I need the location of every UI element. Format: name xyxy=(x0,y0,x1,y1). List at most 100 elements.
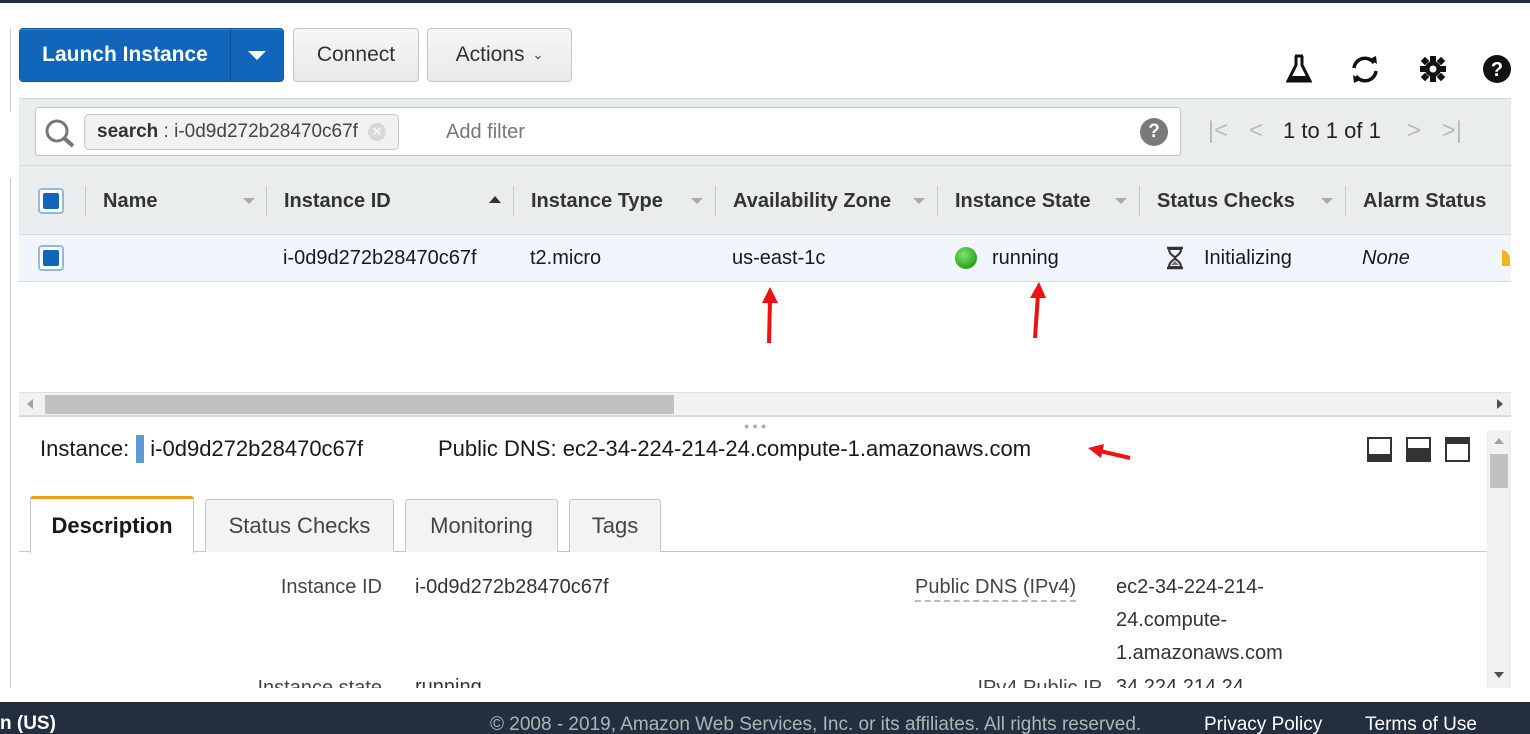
launch-instance-button[interactable]: Launch Instance xyxy=(20,29,231,81)
filter-token-separator: : xyxy=(158,121,175,142)
chevron-down-icon: ⌄ xyxy=(532,47,544,62)
svg-text:?: ? xyxy=(1491,59,1503,81)
cell-status-checks: Initializing xyxy=(1164,235,1292,281)
pane-minimize-icon[interactable] xyxy=(1367,437,1392,462)
table-header: Name Instance ID Instance Type Availabil… xyxy=(19,165,1511,235)
refresh-icon[interactable] xyxy=(1347,52,1383,86)
row-checkbox[interactable] xyxy=(38,245,64,271)
field-label-instance-id: Instance ID xyxy=(280,576,382,598)
remove-filter-icon[interactable]: ✕ xyxy=(367,123,386,141)
pagination-text: 1 to 1 of 1 xyxy=(1283,118,1381,143)
detail-public-dns: Public DNS: ec2-34-224-214-24.compute-1.… xyxy=(438,434,1031,464)
resize-grip-icon[interactable]: ●●● xyxy=(744,421,769,431)
cell-instance-type: t2.micro xyxy=(530,246,602,269)
public-dns-value: ec2-34-224-214-24.compute-1.amazonaws.co… xyxy=(562,436,1032,461)
terms-of-use-link[interactable]: Terms of Use xyxy=(1365,714,1477,734)
prev-page-icon[interactable]: < xyxy=(1237,117,1275,145)
pane-maximize-icon[interactable] xyxy=(1445,437,1470,462)
pane-divider[interactable] xyxy=(19,415,1511,417)
alarm-bell-icon[interactable] xyxy=(1499,235,1513,281)
instance-color-bar xyxy=(136,435,145,463)
field-value-ipv4-public-ip: 34.224.214.24 xyxy=(1116,676,1244,688)
region-selector[interactable]: n (US) xyxy=(0,713,56,734)
search-box[interactable]: search : i-0d9d272b28470c67f ✕ ? xyxy=(35,107,1181,156)
column-header-status-checks[interactable]: Status Checks xyxy=(1139,166,1345,236)
tab-description[interactable]: Description xyxy=(30,496,194,553)
description-panel: Instance ID i-0d9d272b28470c67f Public D… xyxy=(19,560,1487,688)
detail-tabs: Description Status Checks Monitoring Tag… xyxy=(19,496,1487,553)
column-header-instance-id[interactable]: Instance ID xyxy=(266,166,514,236)
scroll-down-icon[interactable] xyxy=(1494,672,1504,678)
tab-tags[interactable]: Tags xyxy=(569,499,661,552)
tab-status-checks[interactable]: Status Checks xyxy=(205,499,394,552)
copyright-text: © 2008 - 2019, Amazon Web Services, Inc.… xyxy=(490,714,1142,734)
field-value-instance-id: i-0d9d272b28470c67f xyxy=(415,576,609,598)
annotation-arrow-icon xyxy=(1030,282,1046,339)
column-header-availability-zone[interactable]: Availability Zone xyxy=(715,166,938,236)
filter-token-key: search xyxy=(97,121,159,142)
status-checks-text: Initializing xyxy=(1204,246,1292,269)
footer: n (US) © 2008 - 2019, Amazon Web Service… xyxy=(0,702,1530,734)
sort-dropdown-icon xyxy=(1115,198,1127,204)
cell-alarm-status: None xyxy=(1362,246,1410,269)
sort-ascending-icon xyxy=(489,196,501,203)
scroll-left-icon[interactable] xyxy=(27,399,33,409)
gear-icon[interactable] xyxy=(1416,52,1450,86)
field-value-instance-state: running xyxy=(415,676,482,688)
cell-availability-zone: us-east-1c xyxy=(732,246,826,269)
pane-half-icon[interactable] xyxy=(1406,437,1431,462)
actions-button[interactable]: Actions ⌄ xyxy=(427,28,572,82)
scroll-right-icon[interactable] xyxy=(1497,399,1503,409)
tab-monitoring[interactable]: Monitoring xyxy=(405,499,558,552)
field-value-public-dns-ipv4: ec2-34-224-214- 24.compute- 1.amazonaws.… xyxy=(1116,576,1283,664)
field-label-instance-state: Instance state xyxy=(257,677,382,688)
top-border xyxy=(0,0,1530,3)
detail-instance-heading: Instance: i-0d9d272b28470c67f xyxy=(40,434,363,464)
sort-dropdown-icon xyxy=(243,198,255,204)
running-status-icon xyxy=(955,247,977,269)
select-all-checkbox[interactable] xyxy=(38,188,64,214)
last-page-icon[interactable]: >| xyxy=(1433,117,1471,145)
launch-instance-button-group[interactable]: Launch Instance xyxy=(19,28,284,82)
hourglass-icon xyxy=(1167,246,1183,270)
launch-instance-dropdown[interactable] xyxy=(231,29,283,81)
horizontal-scrollbar[interactable] xyxy=(19,392,1511,415)
column-header-alarm-status[interactable]: Alarm Status xyxy=(1345,166,1511,236)
pane-size-controls xyxy=(1367,437,1470,462)
help-icon[interactable]: ? xyxy=(1480,52,1514,86)
privacy-policy-link[interactable]: Privacy Policy xyxy=(1204,714,1322,734)
field-label-public-dns-ipv4[interactable]: Public DNS (IPv4) xyxy=(915,576,1077,602)
scroll-up-icon[interactable] xyxy=(1494,438,1504,444)
filter-token[interactable]: search : i-0d9d272b28470c67f ✕ xyxy=(84,114,399,150)
first-page-icon[interactable]: |< xyxy=(1199,117,1237,145)
annotation-arrow-icon xyxy=(1088,444,1131,460)
caret-down-icon xyxy=(248,50,266,60)
cell-instance-id: i-0d9d272b28470c67f xyxy=(283,246,477,269)
column-header-name[interactable]: Name xyxy=(85,166,265,236)
column-header-instance-type[interactable]: Instance Type xyxy=(513,166,716,236)
sort-dropdown-icon xyxy=(913,198,925,204)
field-label-ipv4-public-ip: IPv4 Public IP xyxy=(977,677,1102,688)
instance-label: Instance: xyxy=(40,436,130,461)
column-header-instance-state[interactable]: Instance State xyxy=(937,166,1140,236)
scroll-thumb[interactable] xyxy=(45,395,674,414)
add-filter-input[interactable] xyxy=(446,117,1126,147)
filter-token-value: i-0d9d272b28470c67f xyxy=(174,121,358,142)
filter-bar: search : i-0d9d272b28470c67f ✕ ? |< < 1 … xyxy=(19,98,1511,165)
annotation-arrow-icon xyxy=(762,287,778,344)
sort-dropdown-icon xyxy=(691,198,703,204)
pagination: |< < 1 to 1 of 1 > >| xyxy=(1199,113,1471,149)
detail-instance-id: i-0d9d272b28470c67f xyxy=(150,436,364,461)
instance-state-text: running xyxy=(992,246,1059,269)
flask-icon[interactable] xyxy=(1282,52,1316,86)
table-row[interactable]: i-0d9d272b28470c67f t2.micro us-east-1c … xyxy=(19,235,1511,282)
connect-button[interactable]: Connect xyxy=(293,28,419,82)
scroll-thumb[interactable] xyxy=(1490,454,1508,488)
cell-instance-state: running xyxy=(955,235,1059,281)
actions-label: Actions xyxy=(455,43,525,66)
next-page-icon[interactable]: > xyxy=(1395,117,1433,145)
public-dns-label: Public DNS: xyxy=(438,436,557,461)
vertical-scrollbar[interactable] xyxy=(1487,430,1511,688)
filter-help-icon[interactable]: ? xyxy=(1140,118,1168,146)
left-panel-edge xyxy=(10,178,11,688)
